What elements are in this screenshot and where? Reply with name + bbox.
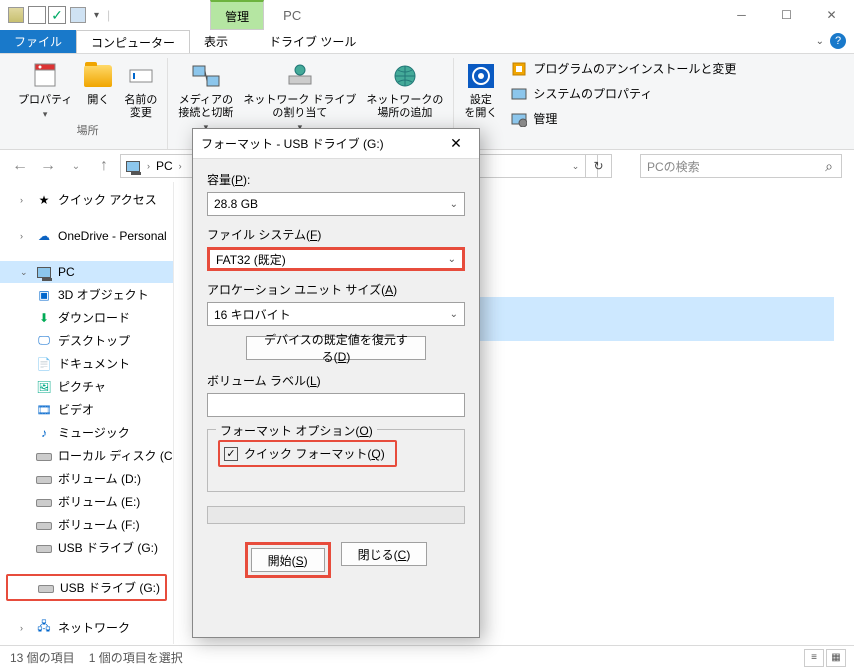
ribbon-group-location: 場所: [77, 122, 99, 140]
sidebar-downloads[interactable]: ⬇ダウンロード: [0, 306, 173, 329]
sidebar-volume-e[interactable]: ボリューム (E:): [0, 490, 173, 513]
help-button[interactable]: ?: [830, 33, 846, 49]
tab-view[interactable]: 表示: [190, 30, 243, 53]
format-options-fieldset: フォーマット オプション(O) ✓ クイック フォーマット(Q): [207, 429, 465, 492]
sidebar-pictures[interactable]: 🖼ピクチャ: [0, 375, 173, 398]
sidebar-local-disk-c[interactable]: ローカル ディスク (C:): [0, 444, 173, 467]
refresh-button[interactable]: ↻: [586, 154, 612, 178]
map-network-drive-button[interactable]: ネットワーク ドライブ の割り当て ▾: [239, 58, 360, 135]
open-button[interactable]: 開く: [78, 58, 118, 122]
nav-recent-caret[interactable]: ⌄: [64, 154, 88, 178]
sidebar-volume-d[interactable]: ボリューム (D:): [0, 467, 173, 490]
ribbon-collapse[interactable]: ⌄: [816, 36, 824, 47]
sidebar-desktop[interactable]: 🖵デスクトップ: [0, 329, 173, 352]
add-network-location-button[interactable]: ネットワークの 場所の追加: [362, 58, 447, 135]
start-button[interactable]: 開始(S): [251, 548, 325, 572]
tab-file[interactable]: ファイル: [0, 30, 76, 53]
sidebar-usb-drive-g[interactable]: USB ドライブ (G:): [0, 536, 173, 559]
status-selected-count: 1 個の項目を選択: [89, 649, 183, 666]
sidebar-videos[interactable]: 🎞ビデオ: [0, 398, 173, 421]
breadcrumb-pc[interactable]: PC: [156, 159, 173, 173]
dialog-title: フォーマット - USB ドライブ (G:): [201, 135, 441, 152]
sidebar-network[interactable]: ›🖧ネットワーク: [0, 616, 173, 639]
dialog-close-button[interactable]: ✕: [441, 135, 471, 152]
properties-button[interactable]: プロパティ ▾: [14, 58, 76, 122]
tab-computer[interactable]: コンピューター: [76, 30, 190, 53]
app-icon: [8, 7, 24, 23]
nav-back-button[interactable]: ←: [8, 154, 32, 178]
sidebar-quick-access[interactable]: ›★クイック アクセス: [0, 188, 173, 211]
sidebar-volume-f[interactable]: ボリューム (F:): [0, 513, 173, 536]
format-dialog: フォーマット - USB ドライブ (G:) ✕ 容量(P): 28.8 GB⌄…: [192, 128, 480, 638]
sidebar-usb-drive-g-highlighted[interactable]: USB ドライブ (G:): [6, 574, 167, 601]
view-large-icons-button[interactable]: ▦: [826, 649, 846, 667]
close-button[interactable]: ✕: [809, 0, 854, 29]
menu-tabs: ファイル コンピューター 表示 ドライブ ツール ⌄ ?: [0, 30, 854, 54]
qat-checkbox-1[interactable]: [28, 6, 46, 24]
tab-drive-tools[interactable]: ドライブ ツール: [255, 30, 371, 53]
contextual-tab-manage[interactable]: 管理: [210, 0, 264, 30]
sidebar-3d-objects[interactable]: ▣3D オブジェクト: [0, 283, 173, 306]
allocation-select[interactable]: 16 キロバイト⌄: [207, 302, 465, 326]
sidebar-pc[interactable]: ⌄PC: [0, 261, 173, 283]
format-progress-bar: [207, 506, 465, 524]
format-options-legend: フォーマット オプション(O): [216, 422, 377, 439]
system-properties-link[interactable]: システムのプロパティ: [511, 83, 736, 104]
status-bar: 13 個の項目 1 個の項目を選択 ≡ ▦: [0, 645, 854, 669]
restore-defaults-button[interactable]: デバイスの既定値を復元する(D): [246, 336, 426, 360]
rename-button[interactable]: 名前の 変更: [120, 58, 161, 122]
capacity-select[interactable]: 28.8 GB⌄: [207, 192, 465, 216]
nav-forward-button[interactable]: →: [36, 154, 60, 178]
maximize-button[interactable]: ☐: [764, 0, 809, 29]
volume-label-input[interactable]: [207, 393, 465, 417]
titlebar: ▾ | 管理 PC ─ ☐ ✕: [0, 0, 854, 30]
pc-icon: [70, 7, 86, 23]
sidebar: ›★クイック アクセス ›☁OneDrive - Personal ⌄PC ▣3…: [0, 182, 174, 644]
quick-format-checkbox[interactable]: ✓ クイック フォーマット(Q): [224, 445, 385, 462]
open-settings-button[interactable]: 設定 を開く: [460, 58, 501, 129]
manage-link[interactable]: 管理: [511, 108, 736, 129]
nav-up-button[interactable]: ↑: [92, 154, 116, 178]
view-details-button[interactable]: ≡: [804, 649, 824, 667]
sidebar-onedrive[interactable]: ›☁OneDrive - Personal: [0, 225, 173, 247]
status-item-count: 13 個の項目: [10, 649, 75, 666]
qat-checkbox-2[interactable]: [48, 6, 66, 24]
filesystem-select[interactable]: FAT32 (既定)⌄: [207, 247, 465, 271]
filesystem-label: ファイル システム(F): [207, 226, 465, 243]
allocation-label: アロケーション ユニット サイズ(A): [207, 281, 465, 298]
address-dropdown[interactable]: ⌄: [566, 154, 586, 178]
minimize-button[interactable]: ─: [719, 0, 764, 29]
search-input[interactable]: PCの検索: [640, 154, 842, 178]
uninstall-programs-link[interactable]: プログラムのアンインストールと変更: [511, 58, 736, 79]
window-title: PC: [283, 8, 301, 23]
sidebar-music[interactable]: ♪ミュージック: [0, 421, 173, 444]
volume-label-label: ボリューム ラベル(L): [207, 372, 465, 389]
capacity-label: 容量(P):: [207, 171, 465, 188]
qat-overflow[interactable]: ▾: [90, 10, 103, 21]
close-dialog-button[interactable]: 閉じる(C): [341, 542, 428, 566]
sidebar-documents[interactable]: 📄ドキュメント: [0, 352, 173, 375]
media-connect-button[interactable]: メディアの 接続と切断 ▾: [174, 58, 237, 135]
